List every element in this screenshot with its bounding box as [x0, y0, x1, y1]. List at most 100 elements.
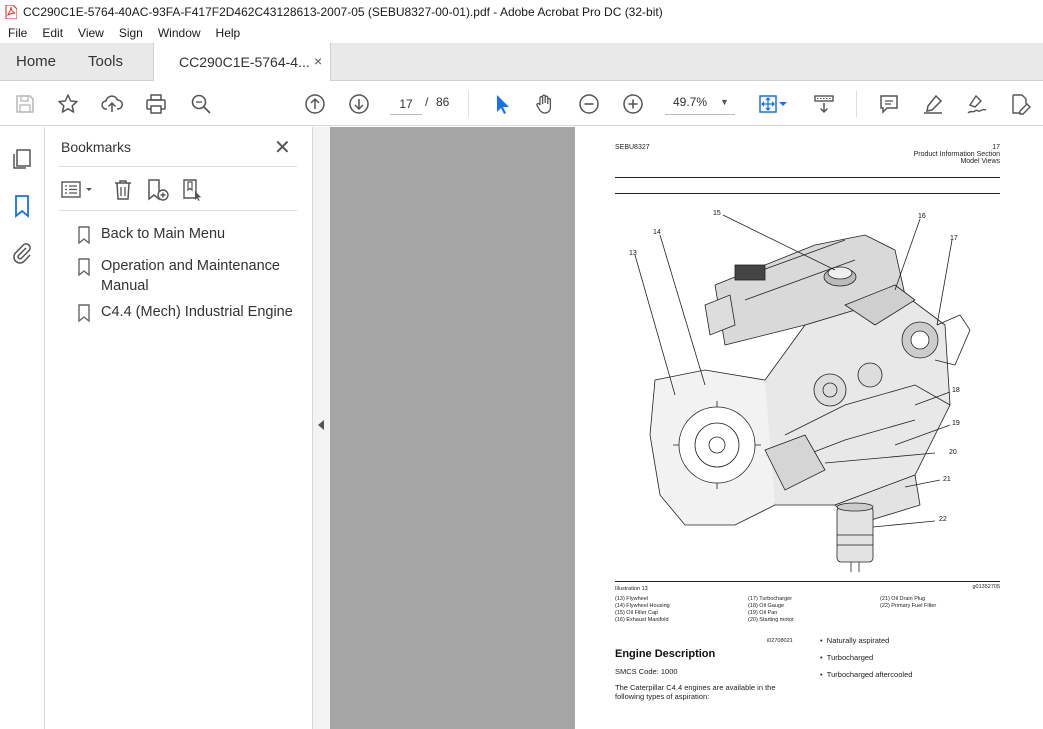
chevron-down-icon: ▼	[720, 97, 729, 107]
header-rule	[615, 177, 1000, 178]
callout-label: 20	[949, 449, 957, 456]
menu-window[interactable]: Window	[150, 26, 208, 40]
tab-home[interactable]: Home	[16, 53, 56, 70]
reference-id: i02708021	[767, 638, 793, 644]
tab-document[interactable]: CC290C1E-5764-4... ×	[153, 43, 331, 81]
tab-bar: Home Tools CC290C1E-5764-4... ×	[0, 43, 1043, 81]
illustration-id: g01352705	[972, 584, 1000, 590]
callout-label: 16	[918, 213, 926, 220]
bookmark-icon	[78, 258, 90, 276]
caption-entry: (18) Oil Gauge	[748, 603, 785, 609]
window-title: CC290C1E-5764-40AC-93FA-F417F2D462C43128…	[23, 4, 663, 19]
caption-column: (21) Oil Drain Plug (22) Primary Fuel Fi…	[880, 596, 936, 610]
caption-entry: (19) Oil Pan	[748, 610, 778, 616]
illustration-label: Illustration 13	[615, 586, 648, 592]
page-total: 86	[436, 95, 450, 109]
caption-column: (13) Flywheel (14) Flywheel Housing (15)…	[615, 596, 670, 624]
bullet-text: Turbocharged	[826, 653, 874, 662]
menu-view[interactable]: View	[70, 26, 111, 40]
page-thumbnails-icon[interactable]	[10, 147, 34, 171]
panel-splitter[interactable]	[312, 127, 330, 729]
new-bookmark-icon[interactable]	[146, 178, 170, 202]
sign-icon[interactable]	[965, 92, 989, 116]
menu-file[interactable]: File	[0, 26, 34, 40]
document-viewport[interactable]: SEBU8327 17 Product Information Section …	[330, 127, 1043, 729]
callout-label: 21	[943, 476, 951, 483]
callout-label: 18	[952, 387, 960, 394]
page-separator: /	[425, 95, 429, 109]
close-tab-icon[interactable]: ×	[314, 53, 322, 69]
bookmark-options-icon[interactable]	[61, 178, 97, 202]
bullet-item: • Naturally aspirated	[820, 636, 890, 645]
header-rule	[615, 193, 1000, 194]
caption-entry: (16) Exhaust Manifold	[615, 617, 669, 623]
engine-illustration: 13 14 15 16 17 18 19 20 21 22	[629, 210, 971, 572]
edit-pdf-icon[interactable]	[1008, 92, 1032, 116]
bookmarks-title: Bookmarks	[61, 139, 132, 155]
page-header-section: Product Information Section	[913, 151, 1000, 158]
attachments-icon[interactable]	[10, 241, 34, 265]
page-header-subsection: Model Views	[960, 158, 1000, 165]
divider	[59, 210, 297, 211]
hand-icon[interactable]	[533, 92, 557, 116]
callout-label: 14	[653, 229, 661, 236]
select-cursor-icon[interactable]	[490, 92, 514, 116]
caption-column: (17) Turbocharger (18) Oil Gauge (19) Oi…	[748, 596, 794, 624]
acrobat-app-icon	[5, 4, 17, 19]
callout-label: 22	[939, 516, 947, 523]
highlight-icon[interactable]	[921, 92, 945, 116]
caption-entry: (21) Oil Drain Plug	[880, 596, 926, 602]
print-icon[interactable]	[144, 92, 168, 116]
bookmark-label: Operation and Maintenance Manual	[101, 258, 280, 294]
toolbar-divider	[468, 91, 469, 117]
navigation-rail	[0, 127, 45, 729]
collapse-panel-icon[interactable]	[318, 420, 324, 430]
smcs-code: SMCS Code: 1000	[615, 667, 678, 676]
find-icon[interactable]	[189, 92, 213, 116]
zoom-in-icon[interactable]	[621, 92, 645, 116]
tab-document-label: CC290C1E-5764-4...	[179, 54, 310, 70]
bookmarks-icon[interactable]	[10, 194, 34, 218]
close-icon[interactable]: ✕	[274, 135, 291, 160]
pdf-page: SEBU8327 17 Product Information Section …	[575, 127, 1043, 729]
page-header-left: SEBU8327	[615, 144, 650, 151]
fit-page-dropdown-icon[interactable]	[778, 92, 788, 116]
bookmarks-panel: Bookmarks ✕ Back to Main Menu Operation …	[45, 127, 312, 729]
page-number-input[interactable]: 17	[390, 93, 422, 115]
page-up-icon[interactable]	[303, 92, 327, 116]
menu-sign[interactable]: Sign	[111, 26, 150, 40]
delete-bookmark-icon[interactable]	[111, 178, 135, 202]
bookmark-label: Back to Main Menu	[101, 226, 226, 242]
bookmark-label: C4.4 (Mech) Industrial Engine	[101, 304, 293, 320]
page-down-icon[interactable]	[347, 92, 371, 116]
menu-help[interactable]: Help	[208, 26, 248, 40]
callout-label: 15	[713, 210, 721, 217]
zoom-select[interactable]: 49.7% ▼	[665, 93, 735, 115]
callout-label: 17	[950, 235, 958, 242]
bullet-text: Naturally aspirated	[826, 636, 890, 645]
menu-bar: File Edit View Sign Window Help	[0, 23, 1043, 43]
bullet-text: Turbocharged aftercooled	[826, 670, 913, 679]
upload-icon[interactable]	[100, 92, 124, 116]
bookmark-icon	[78, 226, 90, 244]
save-icon[interactable]	[13, 92, 37, 116]
fit-page-icon[interactable]	[756, 92, 780, 116]
caption-entry: (17) Turbocharger	[748, 596, 793, 602]
caption-entry: (22) Primary Fuel Filter	[880, 603, 937, 609]
toolbar: 17 / 86 49.7% ▼	[0, 81, 1043, 126]
zoom-out-icon[interactable]	[577, 92, 601, 116]
bullet-item: • Turbocharged aftercooled	[820, 670, 913, 679]
bullet-item: • Turbocharged	[820, 653, 874, 662]
bookmark-from-selection-icon[interactable]	[181, 178, 205, 202]
toolbar-divider	[856, 91, 857, 117]
caption-entry: (20) Starting motor	[748, 617, 794, 623]
bookmark-star-icon[interactable]	[56, 92, 80, 116]
caption-entry: (15) Oil Filler Cap	[615, 610, 659, 616]
callout-label: 13	[629, 250, 637, 257]
tab-tools[interactable]: Tools	[88, 53, 123, 70]
caption-entry: (13) Flywheel	[615, 596, 649, 602]
comment-icon[interactable]	[877, 92, 901, 116]
title-bar: CC290C1E-5764-40AC-93FA-F417F2D462C43128…	[0, 0, 1043, 23]
menu-edit[interactable]: Edit	[34, 26, 70, 40]
scroll-mode-icon[interactable]	[812, 92, 836, 116]
